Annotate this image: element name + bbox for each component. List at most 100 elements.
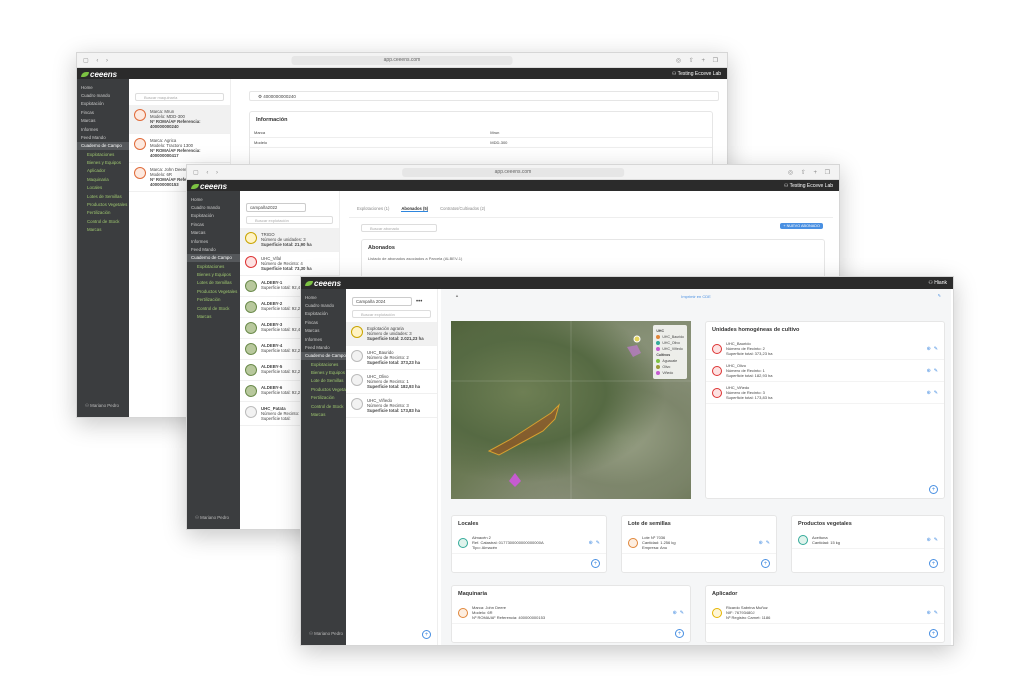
sidebar-item[interactable]: Cuadro mando [301,301,346,309]
sidebar-user[interactable]: ⚇ Mariano Pedro [81,402,123,411]
uhc-row[interactable]: UHC_Olivo Número de Recinto: 1 Superficie … [706,360,944,382]
window-controls-icon[interactable]: ▢ ‹ › [83,57,111,64]
sidebar-item[interactable]: Cuadro mando [77,91,129,99]
search-input[interactable]: Buscar explotación [352,310,431,318]
address-bar[interactable]: app.ceeens.com [402,168,624,177]
campaign-select[interactable]: Campaña 2024 [352,297,412,306]
sidebar-subitem[interactable]: Explotaciones [77,150,129,158]
add-explotacion-button[interactable]: + [422,630,431,639]
view-icon[interactable]: ⊕ [927,346,931,352]
browser-tools-icon[interactable]: ◎ ⇧ + ❐ [676,57,721,64]
list-item[interactable]: UHC_Vifal Número de Recinto: 4 Superficie … [240,252,339,276]
sidebar-subitem[interactable]: Fertilización [301,394,346,402]
new-abonado-button[interactable]: + NUEVO ABONADO [780,223,823,229]
view-icon[interactable]: ⊕ [673,610,677,616]
sidebar-subitem[interactable]: Marcas [187,312,240,320]
sidebar-item[interactable]: Informes [77,125,129,133]
view-icon[interactable]: ⊕ [927,610,931,616]
maquinaria-row[interactable]: Marca: John Deere Modelo: 6R Nº ROMA/AF Re… [452,602,690,624]
sidebar-subitem[interactable]: Productos Vegetales [301,385,351,393]
sidebar-item[interactable]: Marcas [77,117,129,125]
campaign-select[interactable]: campaña2022 [246,203,306,212]
user-menu[interactable]: ⚇ Testing Ecceve Lab [784,183,833,189]
view-icon[interactable]: ⊕ [927,368,931,374]
sidebar-subitem[interactable]: Control de Stock [187,304,240,312]
sidebar-subitem[interactable]: Control de Stock [77,217,129,225]
sidebar-item-cuaderno[interactable]: Cuaderno de Campo [301,351,346,360]
sidebar-item[interactable]: Home [187,195,240,203]
address-bar[interactable]: app.ceeens.com [291,56,513,65]
sidebar-subitem[interactable]: Control de Stock [301,402,346,410]
search-input[interactable]: Buscar maquinaria [135,93,224,101]
edit-icon[interactable]: ✎ [934,537,938,543]
brand-logo[interactable]: ceeens [191,182,227,191]
sidebar-subitem[interactable]: Bienes y Equipos [187,270,240,278]
sidebar-subitem[interactable]: Explotaciones [301,360,346,368]
sidebar-subitem[interactable]: Lote de Semillas [301,377,346,385]
list-item[interactable]: Marca: Agrica Modelo: Tractoro 1300 Nº ROM… [129,134,230,163]
view-icon[interactable]: ⊕ [927,390,931,396]
sidebar-item[interactable]: Explotación [187,212,240,220]
sidebar-subitem[interactable]: Lotes de Semillas [77,192,129,200]
user-menu[interactable]: ⚇ Testing Ecceve Lab [672,71,721,77]
more-icon[interactable]: ••• [416,299,422,305]
edit-icon[interactable]: ✎ [934,610,938,616]
edit-icon[interactable]: ✎ [680,610,684,616]
edit-icon[interactable]: ✎ [596,540,600,546]
sidebar-subitem[interactable]: Locales [77,184,129,192]
sidebar-item[interactable]: Marcas [301,327,346,335]
sidebar-subitem[interactable]: Maquinaria [77,175,129,183]
list-item[interactable]: TRIGO Número de unidades: 3 Superficie tot… [240,228,339,252]
print-link[interactable]: Imprimir en CDE [681,294,711,299]
semillas-row[interactable]: Lote Nº 7036 Cantidad: 1.256 kg Empresa: A… [622,532,776,554]
view-icon[interactable]: ⊕ [589,540,593,546]
brand-logo[interactable]: ceeens [81,70,117,79]
add-maquinaria-button[interactable]: + [675,629,684,638]
add-aplicador-button[interactable]: + [929,629,938,638]
edit-icon[interactable]: ✎ [934,368,938,374]
sidebar-item-cuaderno[interactable]: Cuaderno de Campo [77,141,129,150]
view-icon[interactable]: ⊕ [927,537,931,543]
sidebar-item[interactable]: Home [301,293,346,301]
list-item[interactable]: UHC_Olivo Número de Recinto: 1 Superficie … [346,370,437,394]
view-icon[interactable]: ⊕ [759,540,763,546]
uhc-row[interactable]: UHC_Viñedo Número de Recinto: 3 Superficie… [706,382,944,404]
tab-contratos[interactable]: Contratos/Cultivados (2) [440,206,485,212]
sidebar-subitem[interactable]: Aplicador [77,167,129,175]
sidebar-item[interactable]: Fincas [77,108,129,116]
window-controls-icon[interactable]: ▢ ‹ › [193,169,221,176]
sidebar-item[interactable]: Feed Mando [187,245,240,253]
satellite-map[interactable]: UHC UHC_Baurido UHC_Olivo UHC_Viñedo Cul… [451,321,691,499]
sidebar-subitem[interactable]: Bienes y Equipos [301,368,346,376]
search-input[interactable]: Buscar explotación [246,216,333,224]
list-item[interactable]: UHC_Baurido Número de Recinto: 2 Superfici… [346,346,437,370]
edit-icon[interactable]: ✎ [934,390,938,396]
add-producto-button[interactable]: + [929,559,938,568]
sidebar-item[interactable]: Informes [301,335,346,343]
sidebar-item[interactable]: Cuadro mando [187,203,240,211]
edit-icon[interactable]: ✎ [938,293,941,298]
sidebar-item[interactable]: Home [77,83,129,91]
list-item[interactable]: UHC_Viñedo Número de Recinto: 3 Superficie… [346,394,437,418]
legend-item[interactable]: Viñedo [656,370,684,376]
sidebar-item[interactable]: Feed Mando [301,343,346,351]
sidebar-item[interactable]: Feed Mando [77,133,129,141]
search-abonado-input[interactable]: Buscar abonado [361,224,437,232]
tab-abonados[interactable]: Abonados (5) [401,206,429,212]
sidebar-user[interactable]: ⚇ Mariano Pedro [191,514,233,523]
sidebar-subitem[interactable]: Fertilización [77,209,129,217]
add-uhc-button[interactable]: + [929,485,938,494]
sidebar-subitem[interactable]: Productos Vegetales [77,200,129,208]
sidebar-subitem[interactable]: Productos Vegetales [187,287,240,295]
brand-logo[interactable]: ceeens [305,279,341,288]
sidebar-subitem[interactable]: Marcas [77,225,129,233]
collapse-icon[interactable]: ▲ [455,293,459,298]
sidebar-subitem[interactable]: Lotes de Semillas [187,279,240,287]
user-menu[interactable]: ⚇ Hiank [928,280,947,286]
add-local-button[interactable]: + [591,559,600,568]
productos-row[interactable]: Aceituna Cantidad: 15 kg ⊕ ✎ [792,532,944,549]
sidebar-item[interactable]: Fincas [301,318,346,326]
list-item[interactable]: Marca: Mrun Modelo: MDD-300 Nº ROMA/AF Ref… [129,105,230,134]
uhc-row[interactable]: UHC_Baurido Número de Recinto: 2 Superfici… [706,338,944,360]
locales-row[interactable]: Almacén 2 Ref. Catastral: 017730000000000… [452,532,606,554]
